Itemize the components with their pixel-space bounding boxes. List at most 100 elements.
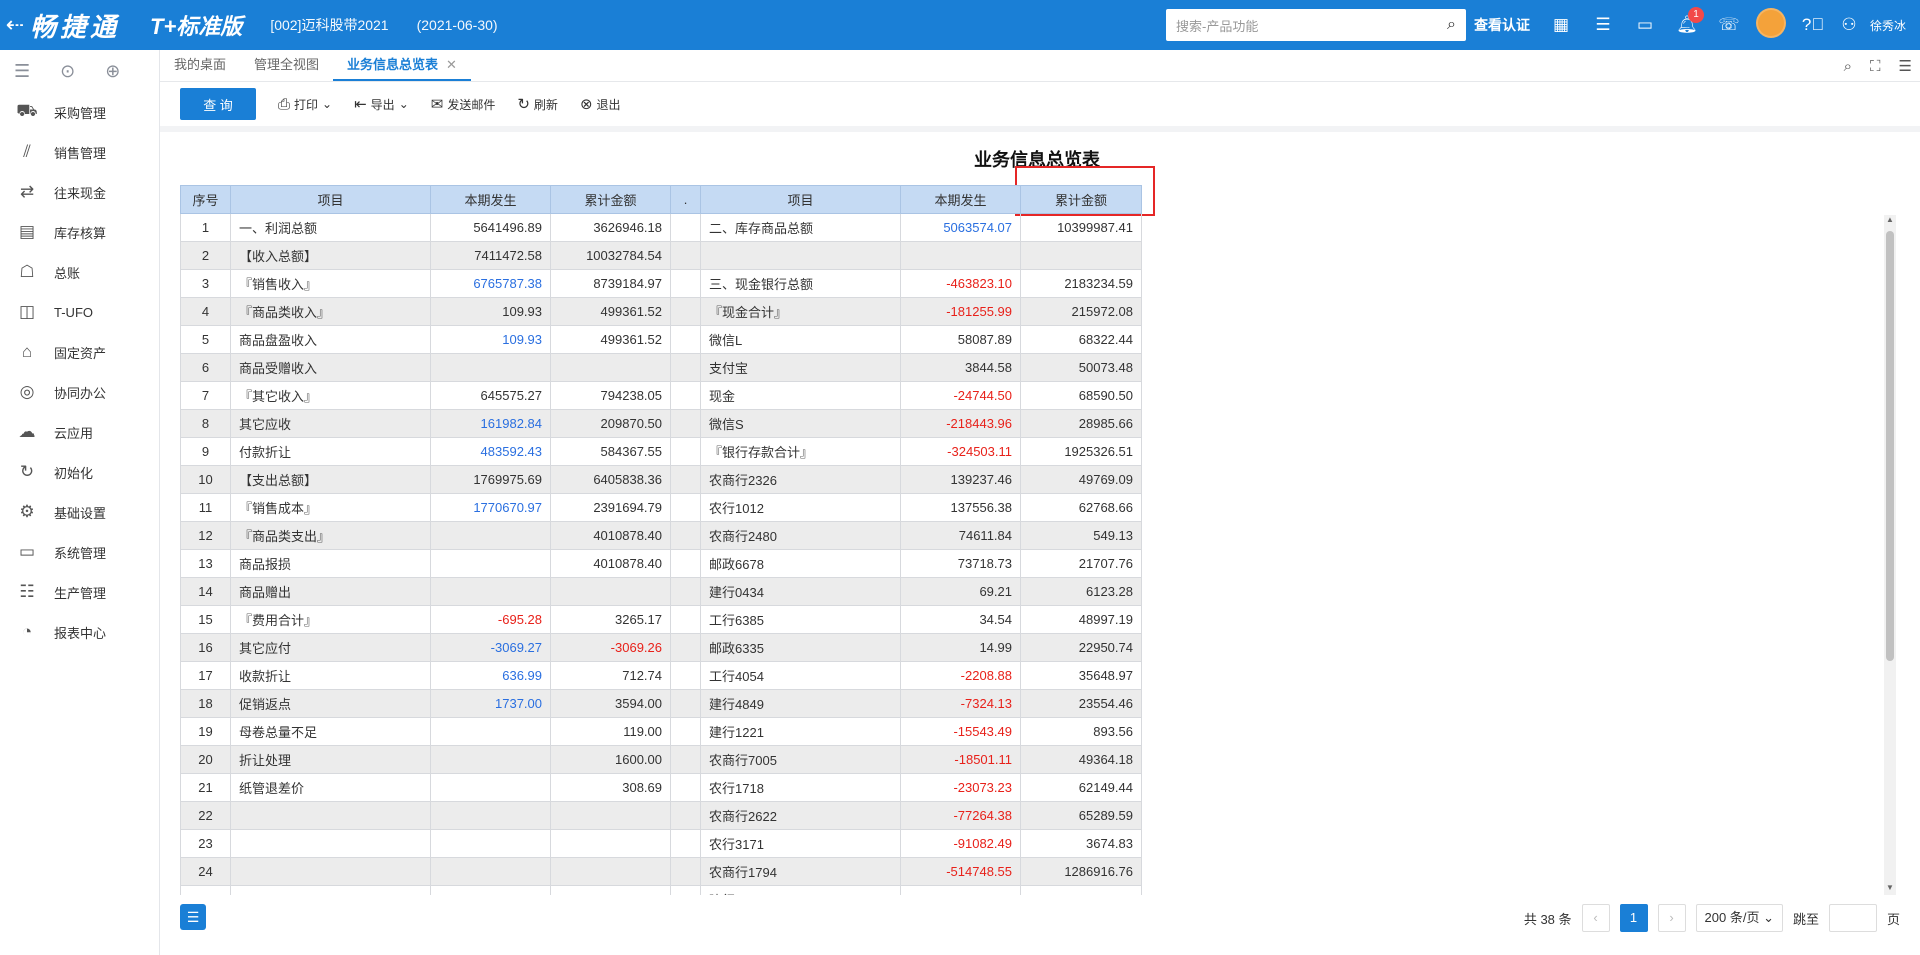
sidebar-item-10[interactable]: ⚙ 基础设置 [0,492,159,532]
table-cell: 1600.00 [550,745,671,774]
calculator-icon[interactable]: ▦ [1540,15,1582,35]
table-cell [670,493,701,522]
table-row[interactable]: 3 『销售收入』 6765787.38 8739184.97 三、现金银行总额 -4638… [180,269,1142,298]
table-cell: 1 [180,213,231,242]
arrow-left-icon[interactable]: ⇠ [0,12,30,38]
table-cell: 建行0434 [700,577,901,606]
sidebar-item-9[interactable]: ↻ 初始化 [0,452,159,492]
search-icon[interactable]: ⌕ [1844,58,1852,75]
table-row[interactable]: 11 『销售成本』 1770670.97 2391694.79 农行1012 137556… [180,493,1142,522]
sidebar-item-12[interactable]: ☷ 生产管理 [0,572,159,612]
column-header[interactable]: 项目 [230,185,431,214]
column-header[interactable]: 累计金额 [1020,185,1142,214]
verify-link[interactable]: 查看认证 [1474,15,1530,35]
account-name[interactable]: [002]迈科股带2021 [270,15,388,35]
scroll-thumb[interactable] [1886,231,1894,661]
table-row[interactable]: 9 付款折让 483592.43 584367.55 『银行存款合计』 -324503.1… [180,437,1142,466]
prev-page-button[interactable]: ‹ [1581,904,1610,932]
query-button[interactable]: 查 询 [180,88,256,120]
table-row[interactable]: 19 母卷总量不足 119.00 建行1221 -15543.49 893.56 [180,717,1142,746]
table-cell: 20 [180,745,231,774]
column-header[interactable]: 累计金额 [550,185,671,214]
sidebar-item-5[interactable]: ◫ T-UFO [0,292,159,332]
scroll-down-icon[interactable]: ▼ [1884,883,1896,895]
table-row[interactable]: 24 农商行1794 -514748.55 1286916.76 [180,857,1142,886]
table-row[interactable]: 14 商品赠出 建行0434 69.21 6123.28 [180,577,1142,606]
table-row[interactable]: 8 其它应收 161982.84 209870.50 微信S -218443.96 2898… [180,409,1142,438]
table-row[interactable]: 15 『费用合计』 -695.28 3265.17 工行6385 34.54 48997.1… [180,605,1142,634]
next-page-button[interactable]: › [1657,904,1686,932]
search-icon[interactable]: ⌕ [1447,16,1456,34]
sidebar-item-13[interactable]: ◔ 报表中心 [0,612,159,652]
scroll-up-icon[interactable]: ▲ [1884,215,1896,227]
table-cell: 68590.50 [1020,381,1142,410]
help-icon[interactable]: ?⃝ [1792,15,1834,35]
column-header[interactable]: 项目 [700,185,901,214]
sidebar-item-7[interactable]: ◎ 协同办公 [0,372,159,412]
table-row[interactable]: 12 『商品类支出』 4010878.40 农商行2480 74611.84 549.13 [180,521,1142,550]
vertical-scrollbar[interactable]: ▲ ▼ [1884,215,1896,895]
sidebar-item-6[interactable]: ⌂ 固定资产 [0,332,159,372]
table-row[interactable]: 20 折让处理 1600.00 农商行7005 -18501.11 49364.18 [180,745,1142,774]
exit-button[interactable]: ⊗ 退出 [580,95,621,113]
close-icon[interactable]: ✕ [446,57,457,72]
table-cell: 4 [180,297,231,326]
fullscreen-icon[interactable]: ⛶ [1870,58,1881,75]
table-row[interactable]: 7 『其它收入』 645575.27 794238.05 现金 -24744.50 6859… [180,381,1142,410]
jump-page-input[interactable] [1828,904,1877,932]
page-size-select[interactable]: 200 条/页 ⌄ [1695,904,1783,932]
table-row[interactable]: 18 促销返点 1737.00 3594.00 建行4849 -7324.13 23554.… [180,689,1142,718]
table-row[interactable]: 4 『商品类收入』 109.93 499361.52 『现金合计』 -181255.99 2… [180,297,1142,326]
table-row[interactable]: 13 商品报损 4010878.40 邮政6678 73718.73 21707.76 [180,549,1142,578]
export-button[interactable]: ⇤ 导出 ⌄ [354,95,409,113]
tab-desktop[interactable]: 我的桌面 [160,49,240,81]
send-email-button[interactable]: ✉ 发送邮件 [431,95,496,113]
sidebar-item-3[interactable]: ▤ 库存核算 [0,212,159,252]
table-row[interactable]: 17 收款折让 636.99 712.74 工行4054 -2208.88 35648.97 [180,661,1142,690]
more-icon[interactable]: ☰ [1899,57,1912,75]
search-input[interactable]: 搜索-产品功能 ⌕ [1165,9,1466,41]
user-icon[interactable]: ⚇ [1834,15,1864,35]
table-cell: 8739184.97 [550,269,671,298]
column-header[interactable]: 本期发生 [430,185,551,214]
message-icon[interactable]: ▭ [1624,15,1666,35]
ledger-icon: ☖ [19,262,35,281]
task-list-icon[interactable]: ☰ [1582,15,1624,35]
sidebar-item-4[interactable]: ☖ 总账 [0,252,159,292]
page-1-button[interactable]: 1 [1619,904,1648,932]
column-settings-icon[interactable]: ☰ [180,904,206,930]
bell-icon[interactable]: 🔔︎ 1 [1666,7,1708,35]
sidebar-item-1[interactable]: ⫽ 销售管理 [0,132,159,172]
refresh-button[interactable]: ↻ 刷新 [517,95,558,113]
sidebar-item-label: 销售管理 [54,145,107,161]
tab-business-overview[interactable]: 业务信息总览表 ✕ [333,49,471,81]
phone-icon[interactable]: ☏ [1708,15,1750,35]
table-row[interactable]: 22 农商行2622 -77264.38 65289.59 [180,801,1142,830]
tab-overview[interactable]: 管理全视图 [240,49,333,81]
print-button[interactable]: ⎙ 打印 ⌄ [278,96,332,113]
column-header[interactable]: 序号 [180,185,231,214]
column-header[interactable]: . [670,185,701,214]
table-row[interactable]: 16 其它应付 -3069.27 -3069.26 邮政6335 14.99 22950.7… [180,633,1142,662]
close-circle-icon: ⊗ [579,96,593,113]
table-row[interactable]: 2 【收入总额】 7411472.58 10032784.54 [180,241,1142,270]
column-header[interactable]: 本期发生 [900,185,1021,214]
table-row[interactable]: 10 【支出总额】 1769975.69 6405838.36 农商行2326 13923… [180,465,1142,494]
table-row[interactable]: 6 商品受赠收入 支付宝 3844.58 50073.48 [180,353,1142,382]
table-row[interactable]: 25 建行7712 870.00 [180,885,1142,895]
menu-toggle-icon[interactable]: ☰ [14,61,30,82]
sidebar-item-8[interactable]: ☁ 云应用 [0,412,159,452]
table-cell: 付款折让 [230,437,431,466]
table-cell [230,885,431,895]
table-row[interactable]: 21 纸管退差价 308.69 农行1718 -23073.23 62149.44 [180,773,1142,802]
table-row[interactable]: 1 一、利润总额 5641496.89 3626946.18 二、库存商品总额 50635… [180,213,1142,242]
add-favorite-icon[interactable]: ⊕ [105,61,120,82]
mascot-avatar[interactable] [1750,7,1792,43]
search-menu-icon[interactable]: ⊙ [60,61,75,82]
table-row[interactable]: 23 农行3171 -91082.49 3674.83 [180,829,1142,858]
sidebar-item-2[interactable]: ⇄ 往来现金 [0,172,159,212]
sidebar-item-0[interactable]: ⛟ 采购管理 [0,92,159,132]
sidebar-item-11[interactable]: ▭ 系统管理 [0,532,159,572]
user-name[interactable]: 徐秀冰 [1870,17,1906,34]
table-row[interactable]: 5 商品盘盈收入 109.93 499361.52 微信L 58087.89 68322.4… [180,325,1142,354]
